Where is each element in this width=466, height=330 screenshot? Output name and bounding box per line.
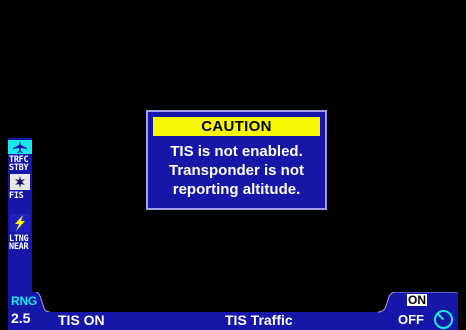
tis-status-text: TIS ON: [58, 312, 105, 328]
range-tab-curve: [36, 292, 50, 312]
range-value: 2.5: [11, 310, 31, 326]
caution-header: CAUTION: [153, 117, 320, 136]
airplane-icon: [8, 140, 32, 154]
sidebar-item-fis-label: FIS: [9, 191, 24, 201]
caution-line-3: reporting altitude.: [172, 181, 301, 198]
weather-data-icon: [10, 174, 30, 190]
range-label: RNG: [11, 294, 38, 308]
caution-dialog: CAUTION TIS is not enabled. Transponder …: [146, 110, 327, 210]
off-label: OFF: [398, 312, 424, 327]
lightning-icon: [10, 214, 30, 232]
caution-line-2: Transponder is not: [168, 162, 304, 179]
sidebar-item-traffic-label: TRFC STBY: [9, 155, 29, 173]
page-title: TIS Traffic: [225, 312, 293, 328]
on-label: ON: [407, 293, 427, 307]
caution-line-1: TIS is not enabled.: [170, 143, 303, 160]
mfd-screen: TRFC STBY FIS LTNG NEAR CAUTION TIS is n…: [0, 0, 466, 330]
status-sidebar: TRFC STBY FIS LTNG NEAR: [8, 138, 32, 292]
bottom-status-bar: RNG 2.5 TIS ON TIS Traffic ON OFF: [0, 292, 466, 330]
sidebar-item-lightning-label: LTNG NEAR: [9, 234, 29, 252]
knob-icon[interactable]: [433, 309, 454, 330]
